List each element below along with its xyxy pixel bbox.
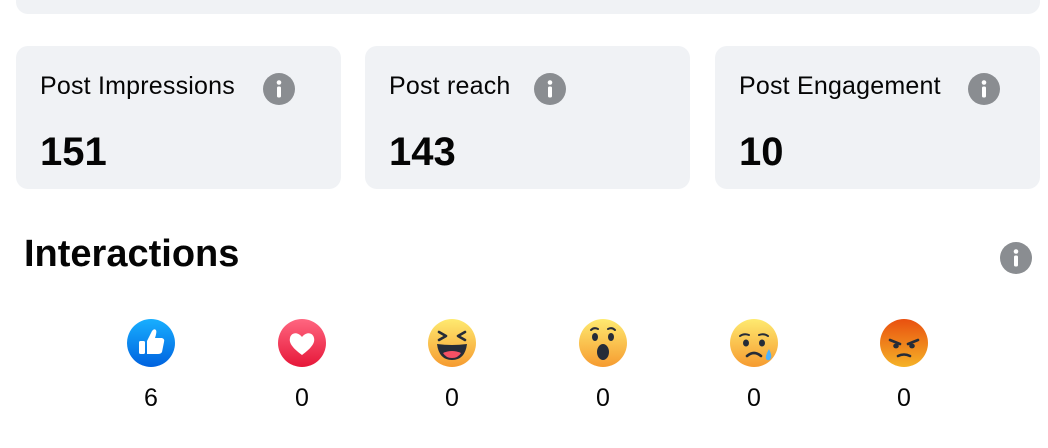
post-impressions-card: Post Impressions 151 [16,46,341,189]
post-impressions-value: 151 [40,130,107,174]
post-impressions-label: Post Impressions [40,72,235,100]
post-reach-card: Post reach 143 [365,46,690,189]
reaction-angry: 0 [874,318,934,413]
love-icon [272,318,332,368]
post-engagement-value: 10 [739,130,784,174]
reaction-wow: 0 [573,318,633,413]
post-reach-value: 143 [389,130,456,174]
post-engagement-card: Post Engagement 10 [715,46,1040,189]
wow-count: 0 [596,384,610,412]
post-engagement-label: Post Engagement [739,72,941,100]
angry-icon [874,318,934,368]
reaction-like: 6 [121,318,181,413]
haha-icon [422,318,482,368]
sad-count: 0 [747,384,761,412]
info-icon[interactable] [263,73,295,105]
like-icon [121,318,181,368]
post-reach-label: Post reach [389,72,511,100]
info-icon[interactable] [534,73,566,105]
sad-icon [724,318,784,368]
angry-count: 0 [897,384,911,412]
like-count: 6 [144,384,158,412]
interactions-info-icon[interactable] [1000,242,1032,274]
reaction-love: 0 [272,318,332,413]
wow-icon [573,318,633,368]
previous-card-bottom [16,0,1040,14]
info-icon[interactable] [968,73,1000,105]
reaction-sad: 0 [724,318,784,413]
interactions-title: Interactions [24,233,240,275]
haha-count: 0 [445,384,459,412]
love-count: 0 [295,384,309,412]
reaction-haha: 0 [422,318,482,413]
